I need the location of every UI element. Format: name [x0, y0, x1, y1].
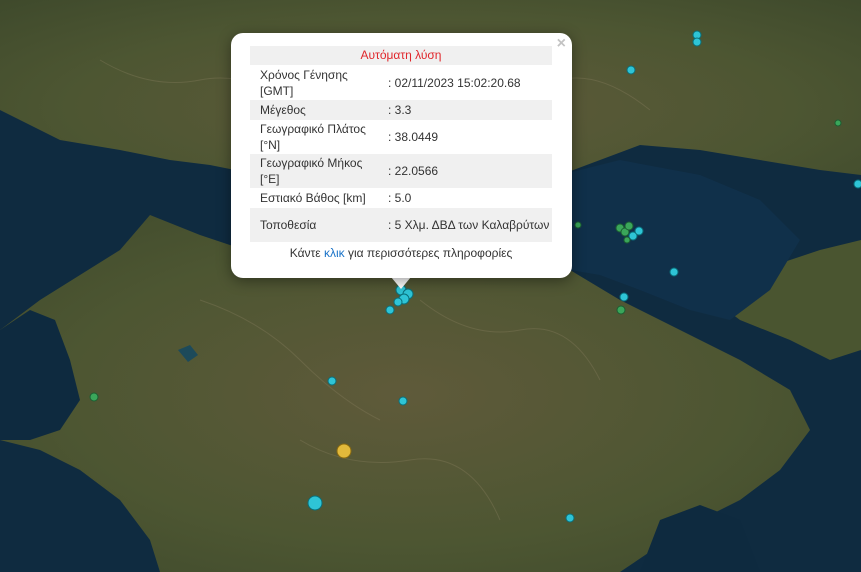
popup-tip — [391, 277, 411, 289]
quake-marker[interactable] — [89, 392, 99, 402]
row-value: : 02/11/2023 15:02:20.68 — [388, 76, 521, 90]
popup-title: Αυτόματη λύση — [250, 46, 552, 65]
table-row: Γεωγραφικό Πλάτος [°N] : 38.0449 — [250, 120, 552, 154]
quake-marker[interactable] — [834, 119, 842, 127]
quake-marker[interactable] — [616, 305, 626, 315]
table-row: Γεωγραφικό Μήκος [°E] : 22.0566 — [250, 154, 552, 188]
row-label: Τοποθεσία — [260, 218, 317, 232]
quake-marker[interactable] — [393, 297, 403, 307]
more-prefix: Κάντε — [289, 246, 324, 260]
row-label: Χρόνος Γένησης [GMT] — [260, 68, 348, 98]
row-label: Μέγεθος — [260, 103, 306, 117]
table-row: Χρόνος Γένησης [GMT] : 02/11/2023 15:02:… — [250, 66, 552, 100]
more-suffix: για περισσότερες πληροφορίες — [344, 246, 513, 260]
row-label: Γεωγραφικό Μήκος [°E] — [260, 156, 363, 186]
quake-marker[interactable] — [853, 179, 861, 189]
more-info-link[interactable]: κλικ — [324, 246, 345, 260]
table-row: Τοποθεσία : 5 Χλμ. ΔΒΔ των Καλαβρύτων — [250, 208, 552, 242]
quake-marker[interactable] — [398, 396, 408, 406]
quake-marker[interactable] — [623, 236, 631, 244]
close-icon[interactable]: × — [557, 36, 566, 52]
quake-marker[interactable] — [565, 513, 575, 523]
row-value: : 38.0449 — [388, 130, 439, 144]
row-value: : 5.0 — [388, 191, 412, 205]
row-value: : 3.3 — [388, 103, 412, 117]
table-row: Μέγεθος : 3.3 — [250, 100, 552, 120]
quake-marker[interactable] — [619, 292, 629, 302]
quake-marker[interactable] — [624, 221, 634, 231]
earthquake-info-table: Χρόνος Γένησης [GMT] : 02/11/2023 15:02:… — [250, 66, 552, 242]
table-row: Εστιακό Βάθος [km] : 5.0 — [250, 188, 552, 208]
quake-marker[interactable] — [307, 495, 323, 511]
quake-marker[interactable] — [692, 37, 702, 47]
quake-marker[interactable] — [669, 267, 679, 277]
quake-marker[interactable] — [626, 65, 636, 75]
quake-marker[interactable] — [385, 305, 395, 315]
quake-marker[interactable] — [327, 376, 337, 386]
quake-marker[interactable] — [634, 226, 644, 236]
quake-marker[interactable] — [574, 221, 582, 229]
earthquake-info-popup: × Αυτόματη λύση Χρόνος Γένησης [GMT] : 0… — [231, 33, 572, 278]
row-value: : 5 Χλμ. ΔΒΔ των Καλαβρύτων — [388, 218, 550, 232]
quake-marker[interactable] — [336, 443, 352, 459]
row-value: : 22.0566 — [388, 164, 439, 178]
row-label: Γεωγραφικό Πλάτος [°N] — [260, 122, 366, 152]
more-info-line: Κάντε κλικ για περισσότερες πληροφορίες — [250, 246, 552, 260]
row-label: Εστιακό Βάθος [km] — [260, 191, 366, 205]
